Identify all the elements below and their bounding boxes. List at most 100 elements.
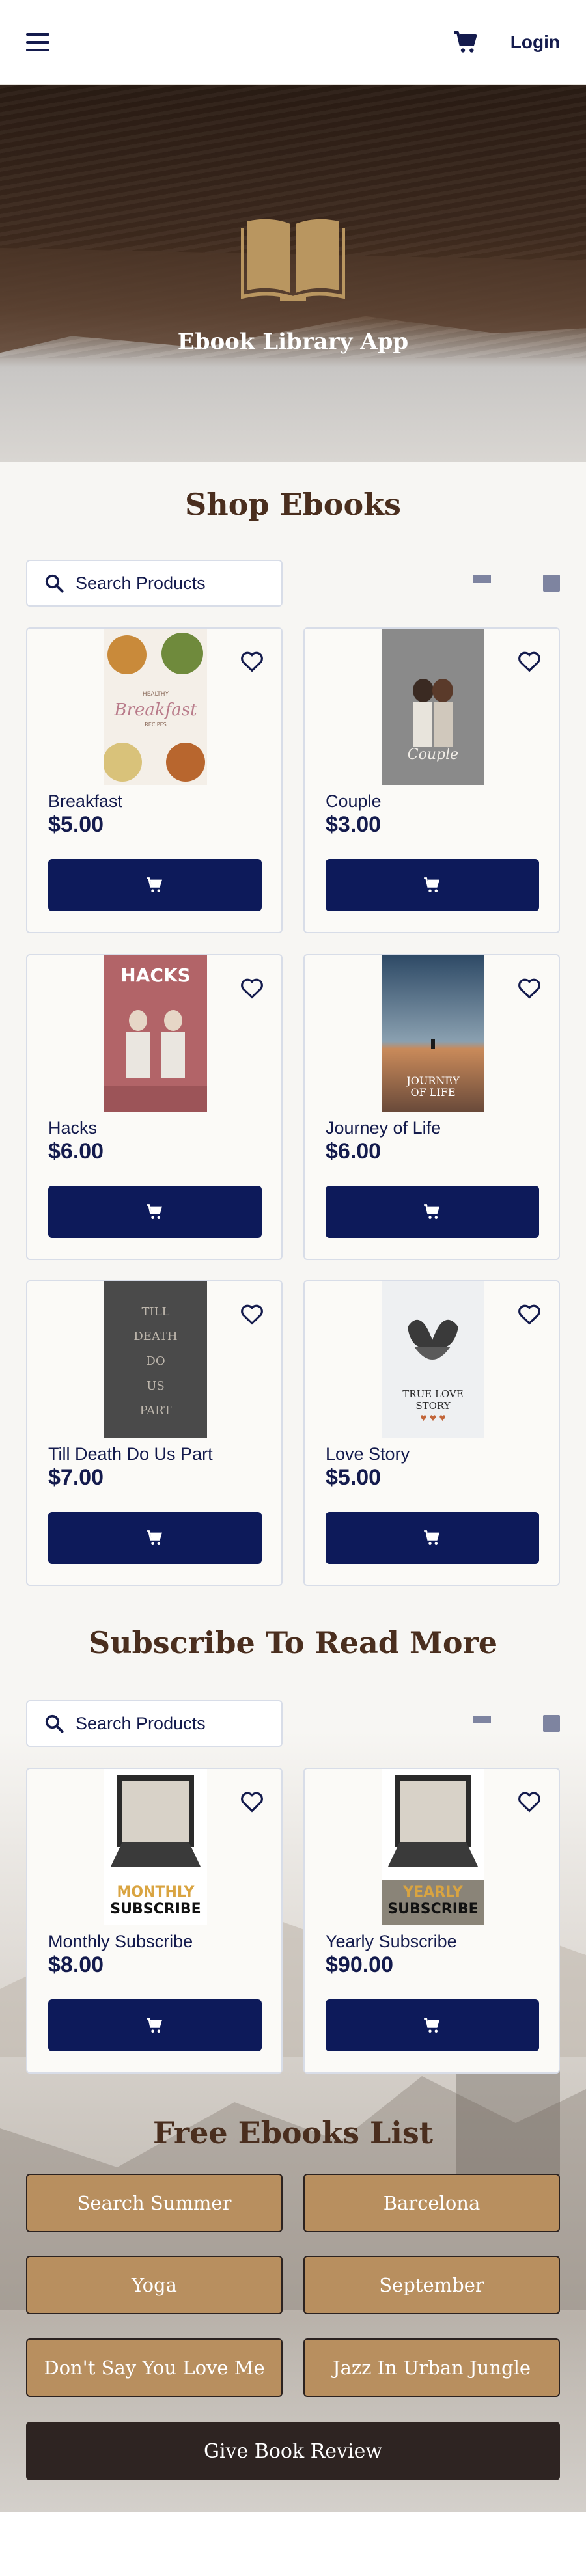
subscribe-section-title: Subscribe To Read More [88, 1625, 498, 1660]
free-ebook-september[interactable]: September [303, 2256, 560, 2314]
product-card-journey-of-life: JOURNEY OF LIFE Journey of Life $6.00 [303, 954, 560, 1260]
free-ebook-barcelona[interactable]: Barcelona [303, 2174, 560, 2232]
list-view-icon[interactable] [473, 1716, 491, 1731]
cart-icon [424, 1204, 440, 1219]
cover-subscribe-text: SUBSCRIBE [110, 1901, 201, 1917]
cart-icon [424, 877, 440, 892]
add-to-cart-button[interactable] [48, 1999, 262, 2051]
svg-text:Breakfast: Breakfast [113, 700, 197, 720]
product-price: $5.00 [326, 1465, 382, 1490]
product-name: Breakfast [48, 791, 123, 811]
navbar-right: Login [453, 29, 560, 55]
favorite-heart-icon[interactable] [240, 1302, 264, 1326]
product-card-hacks: HACKS Hacks $6.00 [26, 954, 283, 1260]
product-card-monthly-subscribe: MONTHLY SUBSCRIBE Monthly Subscribe $8.0… [26, 1768, 283, 2074]
product-price: $5.00 [48, 812, 104, 837]
product-card-yearly-subscribe: YEARLY SUBSCRIBE Yearly Subscribe $90.00 [303, 1768, 560, 2074]
cart-icon [424, 1530, 440, 1545]
favorite-heart-icon[interactable] [240, 976, 264, 1000]
product-card-love-story: TRUE LOVE STORY ♥ ♥ ♥ Love Story $5.00 [303, 1280, 560, 1586]
subscribe-toolbar [26, 1700, 560, 1747]
subscribe-view-toggle [473, 1714, 560, 1733]
cart-icon [146, 2018, 162, 2033]
product-card-breakfast: HEALTHY Breakfast RECIPES Breakfast $5.0… [26, 627, 283, 933]
book-cover-love-story[interactable]: TRUE LOVE STORY ♥ ♥ ♥ [382, 1281, 484, 1438]
favorite-heart-icon[interactable] [240, 1790, 264, 1813]
product-name: Love Story [326, 1444, 410, 1464]
cover-monthly-text: MONTHLY [117, 1884, 195, 1900]
cart-icon [146, 1204, 162, 1219]
favorite-heart-icon[interactable] [517, 1790, 542, 1813]
shop-search-input[interactable] [76, 573, 271, 594]
subscribe-search-box [26, 1700, 283, 1747]
cover-subscribe-text: SUBSCRIBE [387, 1901, 478, 1917]
free-ebook-jazz-in-urban-jungle[interactable]: Jazz In Urban Jungle [303, 2338, 560, 2397]
svg-text:RECIPES: RECIPES [145, 722, 167, 728]
grid-view-icon[interactable] [508, 574, 526, 592]
product-price: $6.00 [326, 1139, 382, 1164]
book-cover-breakfast[interactable]: HEALTHY Breakfast RECIPES [104, 629, 207, 785]
shop-search-box [26, 560, 283, 607]
hero-banner: Ebook Library App [0, 85, 586, 462]
give-book-review-button[interactable]: Give Book Review [26, 2422, 560, 2480]
svg-text:JOURNEY: JOURNEY [405, 1075, 460, 1087]
add-to-cart-button[interactable] [326, 1512, 539, 1564]
shopping-cart-icon[interactable] [453, 29, 479, 55]
subscribe-search-input[interactable] [76, 1713, 271, 1734]
product-card-till-death-do-us-part: TILL DEATH DO US PART Till Death Do Us P… [26, 1280, 283, 1586]
book-cover-journey-of-life[interactable]: JOURNEY OF LIFE [382, 955, 484, 1112]
product-price: $6.00 [48, 1139, 104, 1164]
favorite-heart-icon[interactable] [517, 1302, 542, 1326]
cover-yearly-subscribe[interactable]: YEARLY SUBSCRIBE [353, 1769, 513, 1925]
product-price: $90.00 [326, 1953, 393, 1977]
grid-view-icon[interactable] [508, 1714, 526, 1733]
favorite-heart-icon[interactable] [240, 650, 264, 673]
svg-text:HACKS: HACKS [120, 965, 191, 986]
shop-section-title: Shop Ebooks [185, 487, 401, 522]
svg-text:PART: PART [140, 1404, 172, 1418]
svg-text:OF LIFE: OF LIFE [410, 1086, 455, 1099]
add-to-cart-button[interactable] [48, 1186, 262, 1238]
product-name: Journey of Life [326, 1118, 441, 1138]
add-to-cart-button[interactable] [326, 1999, 539, 2051]
cart-icon [146, 1530, 162, 1545]
svg-text:DO: DO [146, 1354, 165, 1368]
product-name: Yearly Subscribe [326, 1932, 457, 1951]
svg-text:DEATH: DEATH [133, 1330, 177, 1343]
add-to-cart-button[interactable] [326, 859, 539, 911]
svg-text:STORY: STORY [415, 1400, 451, 1412]
large-view-icon[interactable] [543, 575, 560, 592]
book-cover-till-death-do-us-part[interactable]: TILL DEATH DO US PART [104, 1281, 207, 1438]
product-card-couple: Couple Couple $3.00 [303, 627, 560, 933]
hamburger-menu-icon[interactable] [26, 33, 49, 51]
list-view-icon[interactable] [473, 575, 491, 591]
product-price: $3.00 [326, 812, 382, 837]
add-to-cart-button[interactable] [48, 1512, 262, 1564]
product-name: Monthly Subscribe [48, 1932, 193, 1951]
free-ebook-dont-say-you-love-me[interactable]: Don't Say You Love Me [26, 2338, 283, 2397]
cover-yearly-text: YEARLY [402, 1884, 464, 1900]
product-name: Couple [326, 791, 382, 811]
cart-icon [424, 2018, 440, 2033]
svg-text:TRUE LOVE: TRUE LOVE [402, 1388, 463, 1400]
cover-monthly-subscribe[interactable]: MONTHLY SUBSCRIBE [76, 1769, 236, 1925]
product-price: $7.00 [48, 1465, 104, 1490]
add-to-cart-button[interactable] [326, 1186, 539, 1238]
free-ebooks-title: Free Ebooks List [153, 2115, 433, 2150]
cart-icon [146, 877, 162, 892]
large-view-icon[interactable] [543, 1715, 560, 1732]
login-link[interactable]: Login [510, 32, 560, 53]
free-ebook-yoga[interactable]: Yoga [26, 2256, 283, 2314]
favorite-heart-icon[interactable] [517, 976, 542, 1000]
hero-title: Ebook Library App [177, 329, 409, 355]
book-cover-hacks[interactable]: HACKS [104, 955, 207, 1112]
cover-breakfast-text: HEALTHY [143, 691, 169, 698]
book-cover-couple[interactable]: Couple [382, 629, 484, 785]
favorite-heart-icon[interactable] [517, 650, 542, 673]
product-name: Till Death Do Us Part [48, 1444, 213, 1464]
add-to-cart-button[interactable] [48, 859, 262, 911]
free-ebook-search-summer[interactable]: Search Summer [26, 2174, 283, 2232]
shop-view-toggle [473, 574, 560, 592]
svg-text:Couple: Couple [408, 747, 458, 763]
search-icon [45, 1714, 64, 1733]
